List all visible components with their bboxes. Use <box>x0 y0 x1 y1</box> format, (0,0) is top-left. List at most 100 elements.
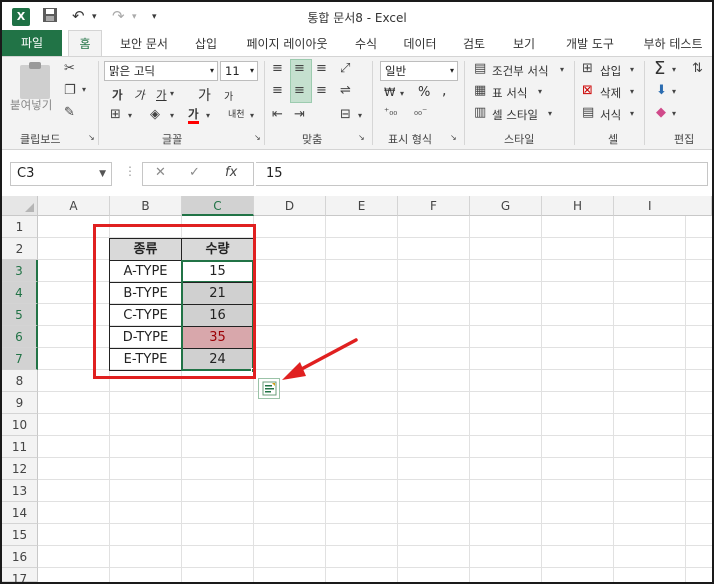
increase-indent-icon[interactable]: ⇥ <box>294 107 305 122</box>
fill-down-icon[interactable]: ⬇ <box>656 83 667 98</box>
row-header-3[interactable]: 3 <box>2 260 38 282</box>
clear-icon[interactable]: ◆ <box>656 105 666 120</box>
insert-cells-button[interactable]: 삽입 <box>600 63 621 79</box>
tab-protected-doc[interactable]: 보안 문서 <box>114 33 174 55</box>
align-left-icon[interactable]: ≡ <box>272 83 283 98</box>
row-header-16[interactable]: 16 <box>2 546 38 568</box>
column-header-a[interactable]: A <box>38 196 110 216</box>
row-header-4[interactable]: 4 <box>2 282 38 304</box>
row-header-5[interactable]: 5 <box>2 304 38 326</box>
enter-icon[interactable]: ✓ <box>189 165 200 180</box>
row-header-2[interactable]: 2 <box>2 238 38 260</box>
copy-dropdown-icon[interactable]: ▾ <box>82 85 86 94</box>
tab-file[interactable]: 파일 <box>2 30 62 56</box>
underline-dropdown-icon[interactable]: ▾ <box>170 89 174 98</box>
tab-home[interactable]: 홈 <box>68 30 102 57</box>
copy-icon[interactable]: ❐ <box>64 83 76 98</box>
format-cells-icon[interactable]: ▤ <box>582 105 594 120</box>
chevron-down-icon[interactable]: ▾ <box>672 87 676 96</box>
tab-view[interactable]: 보기 <box>508 33 540 55</box>
cell-styles-button[interactable]: 셀 스타일 <box>492 107 538 123</box>
row-header-14[interactable]: 14 <box>2 502 38 524</box>
column-header-b[interactable]: B <box>110 196 182 216</box>
align-center-icon[interactable]: ≡ <box>294 83 305 98</box>
decrease-decimal-icon[interactable]: ₀₀⁻ <box>414 107 427 118</box>
tab-review[interactable]: 검토 <box>458 33 490 55</box>
splitter-dots-icon[interactable]: ⋮ <box>124 164 136 178</box>
tab-formulas[interactable]: 수식 <box>350 33 382 55</box>
row-header-1[interactable]: 1 <box>2 216 38 238</box>
chevron-down-icon[interactable]: ▾ <box>548 109 552 118</box>
column-header-h[interactable]: H <box>542 196 614 216</box>
autosum-button[interactable]: Σ <box>654 58 665 79</box>
formula-input[interactable]: 15 <box>256 162 708 186</box>
percent-button[interactable]: % <box>418 85 430 100</box>
row-header-13[interactable]: 13 <box>2 480 38 502</box>
italic-button[interactable]: 가 <box>134 87 145 103</box>
format-as-table-button[interactable]: 표 서식 <box>492 85 527 101</box>
conditional-format-button[interactable]: 조건부 서식 <box>492 63 549 79</box>
chevron-down-icon[interactable]: ▾ <box>672 65 676 74</box>
column-header-d[interactable]: D <box>254 196 326 216</box>
align-top-icon[interactable]: ≡ <box>272 61 283 76</box>
shrink-font-button[interactable]: 가 <box>224 88 233 103</box>
currency-dropdown-icon[interactable]: ▾ <box>400 89 404 98</box>
row-header-15[interactable]: 15 <box>2 524 38 546</box>
format-painter-icon[interactable]: ✎ <box>64 105 75 120</box>
font-launcher-icon[interactable]: ↘ <box>254 133 261 142</box>
insert-cells-icon[interactable]: ⊞ <box>582 61 593 76</box>
chevron-down-icon[interactable]: ▾ <box>560 65 564 74</box>
column-header-f[interactable]: F <box>398 196 470 216</box>
chevron-down-icon[interactable]: ▾ <box>672 109 676 118</box>
column-header-g[interactable]: G <box>470 196 542 216</box>
chevron-down-icon[interactable]: ▾ <box>630 87 634 96</box>
align-right-icon[interactable]: ≡ <box>316 83 327 98</box>
insert-function-icon[interactable]: fx <box>225 165 237 180</box>
row-header-11[interactable]: 11 <box>2 436 38 458</box>
row-header-17[interactable]: 17 <box>2 568 38 582</box>
merge-dropdown-icon[interactable]: ▾ <box>358 111 362 120</box>
align-middle-icon[interactable]: ≡ <box>294 61 305 76</box>
number-format-select[interactable]: 일반 ▾ <box>380 61 458 81</box>
row-header-7[interactable]: 7 <box>2 348 38 370</box>
clipboard-launcher-icon[interactable]: ↘ <box>88 133 95 142</box>
phonetic-dropdown-icon[interactable]: ▾ <box>250 111 254 120</box>
font-color-dropdown-icon[interactable]: ▾ <box>206 111 210 120</box>
tab-data[interactable]: 데이터 <box>400 33 440 55</box>
cut-icon[interactable]: ✂ <box>64 61 75 76</box>
paste-icon[interactable] <box>20 62 50 99</box>
quick-analysis-button[interactable] <box>258 378 280 399</box>
delete-cells-icon[interactable]: ⊠ <box>582 83 593 98</box>
grow-font-button[interactable]: 가 <box>198 85 211 105</box>
delete-cells-button[interactable]: 삭제 <box>600 85 621 101</box>
column-header-e[interactable]: E <box>326 196 398 216</box>
number-launcher-icon[interactable]: ↘ <box>450 133 457 142</box>
column-header-i[interactable]: I <box>614 196 712 216</box>
column-header-c[interactable]: C <box>182 196 254 216</box>
cell-styles-icon[interactable]: ▥ <box>474 105 486 120</box>
row-header-8[interactable]: 8 <box>2 370 38 392</box>
chevron-down-icon[interactable]: ▾ <box>538 87 542 96</box>
tab-developer[interactable]: 개발 도구 <box>560 33 620 55</box>
alignment-launcher-icon[interactable]: ↘ <box>358 133 365 142</box>
name-box[interactable]: C3 ▼ <box>10 162 112 186</box>
row-header-12[interactable]: 12 <box>2 458 38 480</box>
fill-color-icon[interactable]: ◈ <box>150 107 160 122</box>
wrap-text-icon[interactable]: ⇌ <box>340 83 351 98</box>
row-header-9[interactable]: 9 <box>2 392 38 414</box>
font-name-select[interactable]: 맑은 고딕 ▾ <box>104 61 218 81</box>
currency-button[interactable]: ₩ <box>384 85 395 99</box>
tab-load-test[interactable]: 부하 테스트 <box>638 33 708 55</box>
chevron-down-icon[interactable]: ▾ <box>630 109 634 118</box>
tab-insert[interactable]: 삽입 <box>188 33 224 55</box>
bold-button[interactable]: 가 <box>112 87 123 103</box>
align-bottom-icon[interactable]: ≡ <box>316 61 327 76</box>
merge-center-icon[interactable]: ⊟ <box>340 107 351 122</box>
paste-button[interactable]: 붙여넣기 <box>10 97 52 113</box>
orientation-icon[interactable]: ⤢ <box>340 61 350 76</box>
conditional-format-icon[interactable]: ▤ <box>474 61 486 76</box>
font-size-select[interactable]: 11 ▾ <box>220 61 258 81</box>
tab-page-layout[interactable]: 페이지 레이아웃 <box>238 33 336 55</box>
cancel-icon[interactable]: ✕ <box>155 165 166 180</box>
decrease-indent-icon[interactable]: ⇤ <box>272 107 283 122</box>
